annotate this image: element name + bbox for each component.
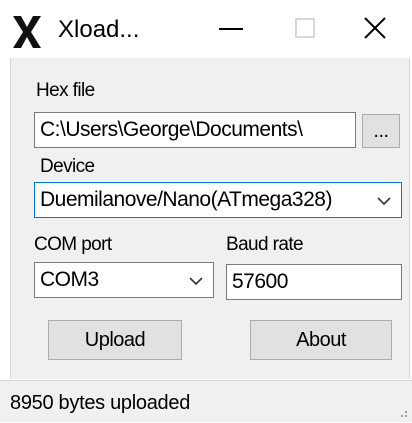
minimize-icon bbox=[218, 15, 244, 46]
com-port-select[interactable]: COM3 bbox=[34, 262, 214, 298]
hex-file-input[interactable]: C:\Users\George\Documents\ bbox=[34, 112, 356, 148]
close-icon bbox=[363, 16, 387, 45]
upload-button[interactable]: Upload bbox=[48, 320, 182, 360]
browse-button[interactable]: ... bbox=[362, 114, 400, 148]
chevron-down-icon bbox=[377, 197, 391, 206]
x-logo-icon bbox=[12, 16, 42, 48]
baud-rate-label: Baud rate bbox=[226, 234, 304, 255]
hex-file-label: Hex file bbox=[36, 80, 95, 101]
chevron-down-icon bbox=[189, 277, 203, 286]
maximize-icon bbox=[294, 17, 316, 44]
device-select[interactable]: Duemilanove/Nano(ATmega328) bbox=[34, 182, 402, 218]
about-button[interactable]: About bbox=[250, 320, 392, 360]
window-title: Xload... bbox=[58, 16, 140, 43]
device-selected-value: Duemilanove/Nano(ATmega328) bbox=[40, 188, 332, 211]
status-text: 8950 bytes uploaded bbox=[10, 392, 191, 414]
maximize-button bbox=[258, 8, 318, 52]
close-button[interactable] bbox=[345, 8, 405, 52]
device-label: Device bbox=[40, 156, 95, 177]
baud-rate-input[interactable]: 57600 bbox=[226, 264, 402, 300]
size-grip-icon[interactable] bbox=[394, 404, 408, 418]
com-port-label: COM port bbox=[34, 234, 112, 255]
com-port-selected-value: COM3 bbox=[40, 268, 99, 291]
